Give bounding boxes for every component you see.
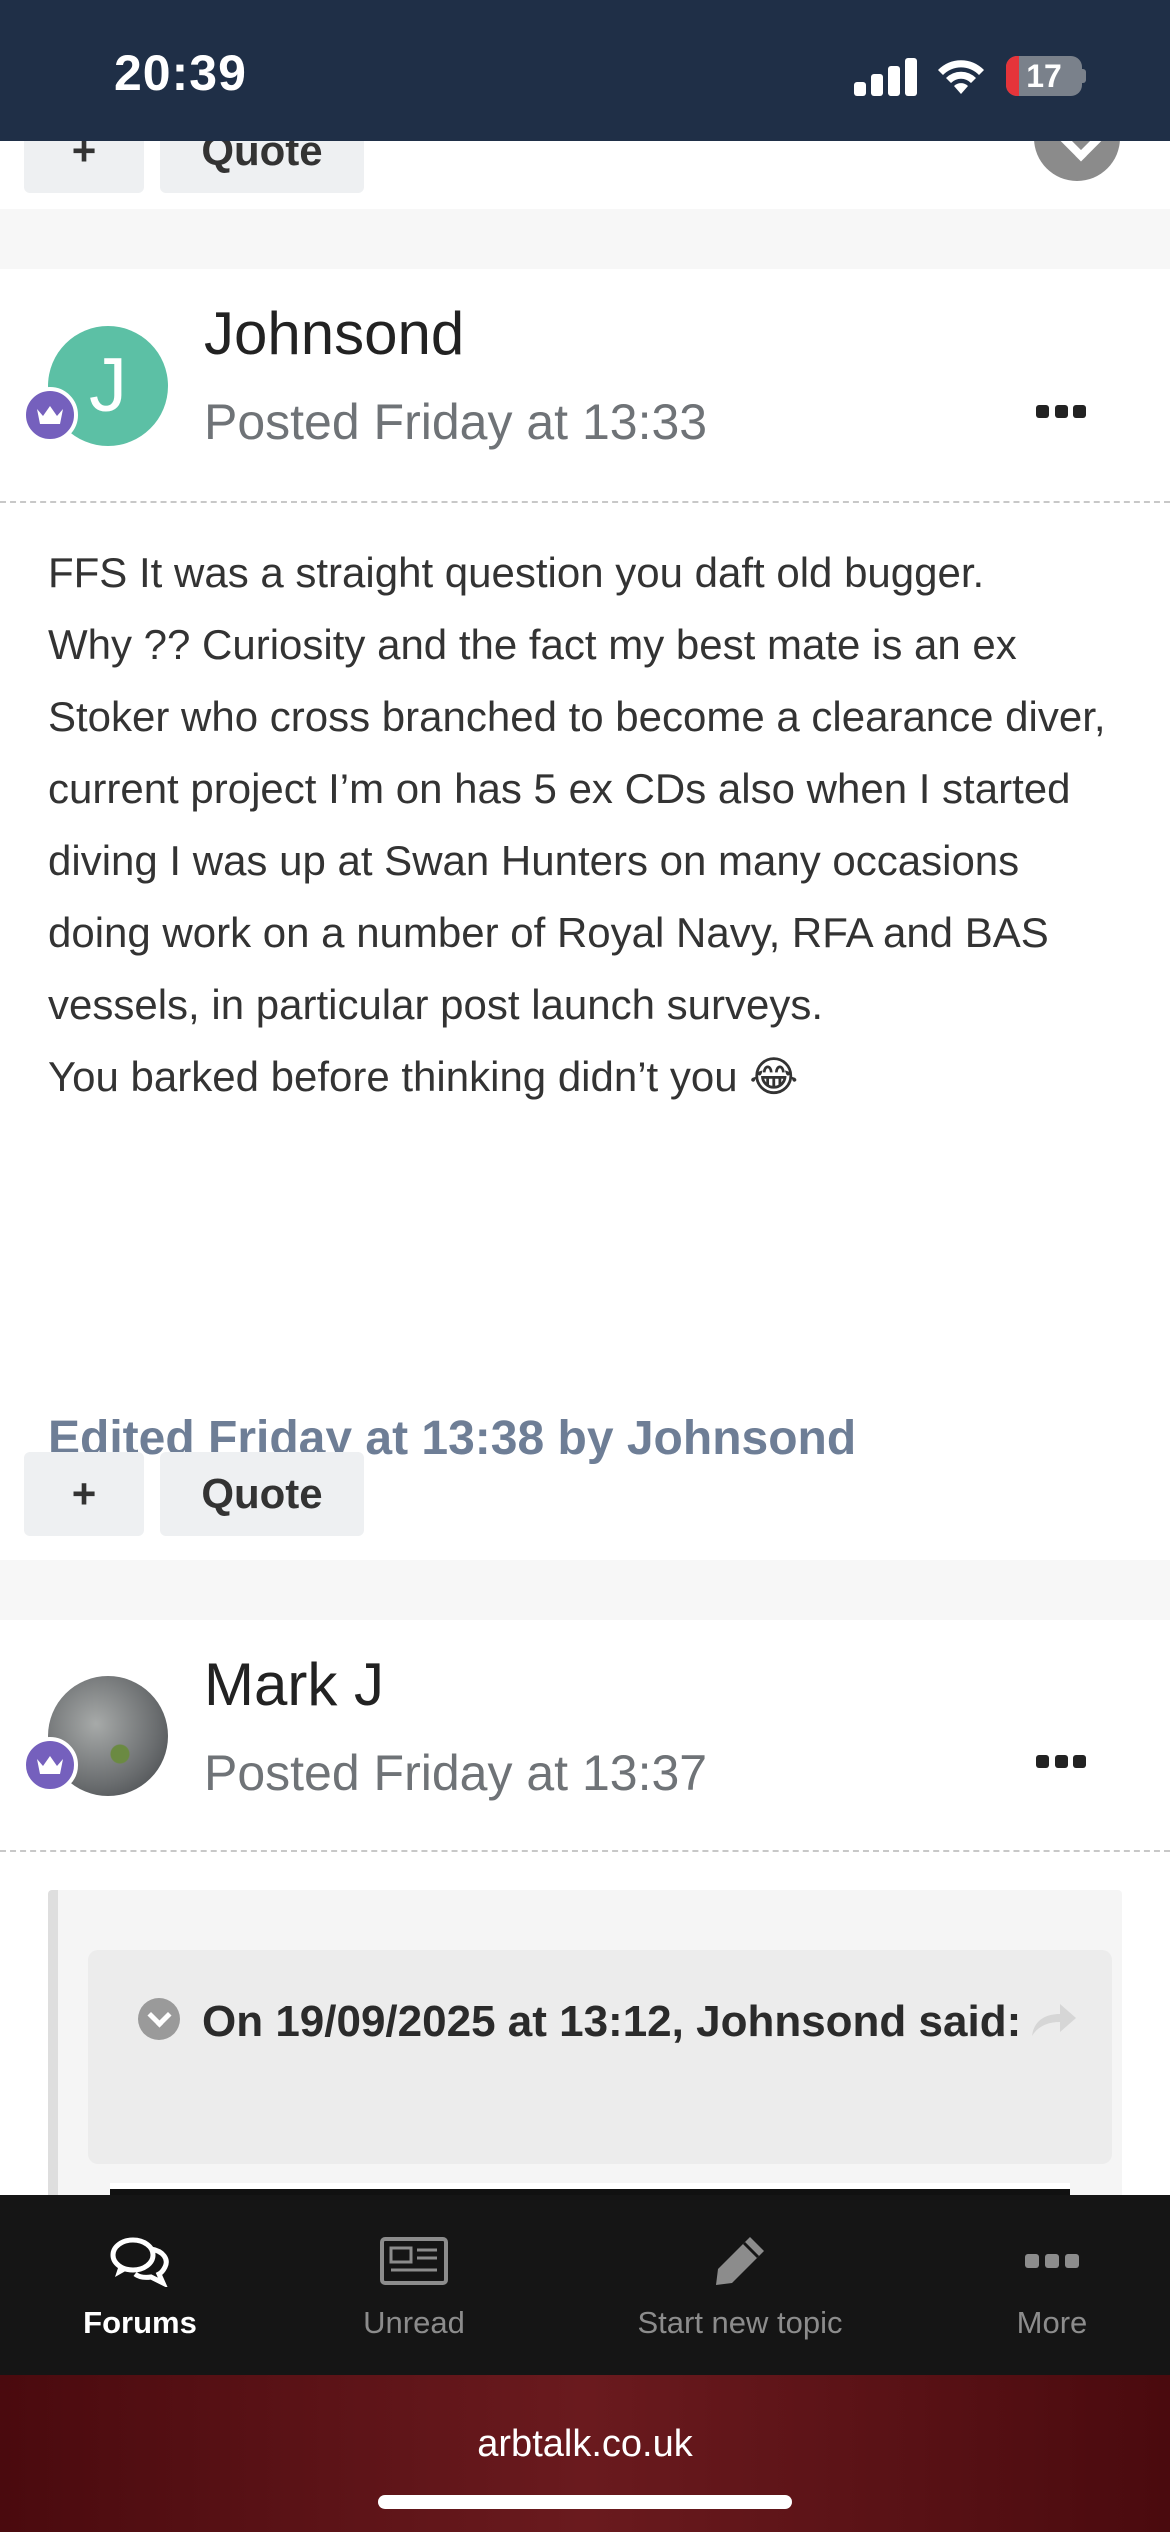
more-options-icon[interactable] (1036, 1751, 1086, 1771)
post-author[interactable]: Mark J (204, 1650, 384, 1719)
post-paragraph: Why ?? Curiosity and the fact my best ma… (48, 621, 1106, 1028)
nav-more[interactable]: More (952, 2195, 1152, 2375)
battery-icon: 17 (1006, 56, 1086, 96)
nav-label: Unread (363, 2305, 465, 2340)
nav-label: Forums (83, 2305, 197, 2340)
newspaper-icon (374, 2231, 454, 2291)
site-url[interactable]: arbtalk.co.uk (0, 2423, 1170, 2466)
post-date[interactable]: Posted Friday at 13:33 (204, 393, 707, 451)
share-arrow-icon[interactable] (1028, 2000, 1078, 2040)
post-paragraph: FFS It was a straight question you daft … (48, 549, 985, 596)
home-indicator[interactable] (378, 2495, 792, 2509)
status-time: 20:39 (114, 45, 247, 101)
forums-icon (100, 2231, 180, 2291)
crown-icon (22, 387, 78, 443)
nav-label: Start new topic (637, 2305, 843, 2340)
wifi-icon (938, 60, 984, 94)
bottom-nav: Forums Unread Start new topic More (0, 2195, 1170, 2375)
battery-level: 17 (1026, 58, 1062, 94)
more-icon (1012, 2231, 1092, 2291)
nav-label: More (1016, 2305, 1088, 2340)
reaction-icon[interactable] (1034, 141, 1120, 181)
nav-forums[interactable]: Forums (40, 2195, 240, 2375)
plus-button[interactable]: + (24, 141, 144, 193)
status-bar: 20:39 17 (0, 0, 1170, 141)
post-author[interactable]: Johnsond (204, 299, 464, 368)
nav-unread[interactable]: Unread (314, 2195, 514, 2375)
previous-post-actions: + Quote (0, 141, 1170, 209)
quote-citation-box: On 19/09/2025 at 13:12, Johnsond said: (88, 1950, 1112, 2164)
pencil-icon (700, 2231, 780, 2291)
post-content: FFS It was a straight question you daft … (48, 537, 1128, 1113)
post-separator (0, 209, 1170, 269)
crown-icon (22, 1737, 78, 1793)
post-paragraph: You barked before thinking didn’t you 😂 (48, 1053, 799, 1100)
post-separator (0, 1560, 1170, 1620)
browser-address-bar[interactable]: arbtalk.co.uk (0, 2375, 1170, 2532)
signal-icon (854, 58, 917, 96)
nav-start-new-topic[interactable]: Start new topic (600, 2195, 880, 2375)
quote-citation: On 19/09/2025 at 13:12, Johnsond said: (202, 1997, 1022, 2046)
divider (0, 1850, 1170, 1852)
divider (0, 501, 1170, 503)
plus-button[interactable]: + (24, 1452, 144, 1536)
quote-button[interactable]: Quote (160, 1452, 364, 1536)
more-options-icon[interactable] (1036, 401, 1086, 421)
quote-button[interactable]: Quote (160, 141, 364, 193)
post-date[interactable]: Posted Friday at 13:37 (204, 1744, 707, 1802)
post-johnsond: J Johnsond Posted Friday at 13:33 FFS It… (0, 269, 1170, 1560)
